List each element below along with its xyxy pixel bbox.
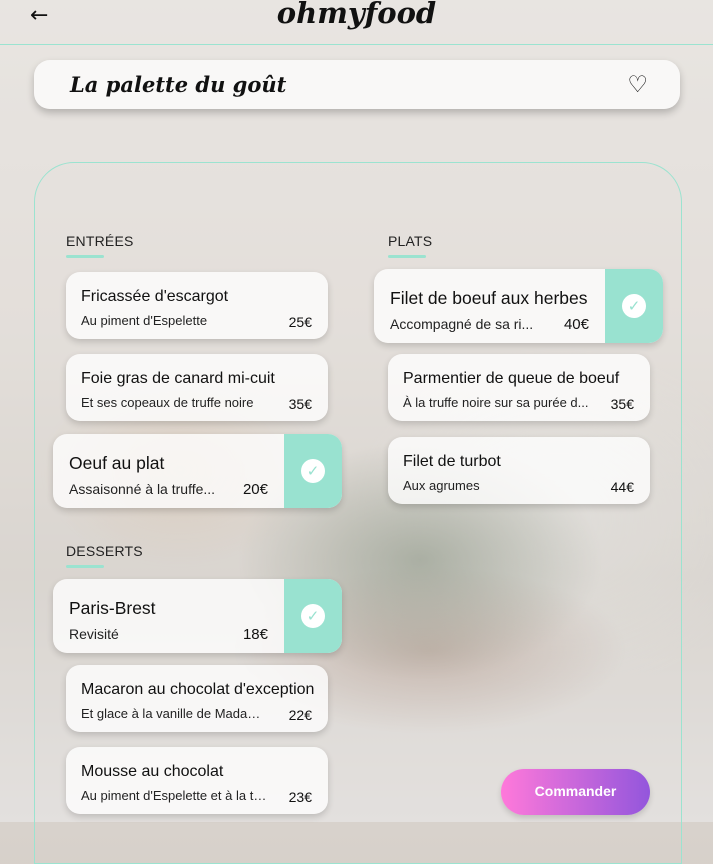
checkmark-icon: ✓ [622,294,646,318]
selected-indicator: ✓ [284,434,342,508]
dish-name: Oeuf au plat [69,453,165,473]
dish-name: Foie gras de canard mi-cuit [81,370,275,387]
dish-name: Macaron au chocolat d'exception [81,681,315,698]
heart-outline-icon[interactable]: ♡ [627,72,648,98]
dish-price: 40€ [563,316,589,333]
dish-description: Et ses copeaux de truffe noire [81,395,254,410]
checkmark-icon: ✓ [301,459,325,483]
dish-price: 23€ [288,789,312,805]
order-button[interactable]: Commander [501,769,650,815]
dish-description: Aux agrumes [403,478,480,493]
dish-price: 22€ [288,707,312,723]
restaurant-title: La palette du goût [70,72,287,97]
dish-price: 35€ [288,396,312,412]
app-logo[interactable]: ohmyfood [0,0,713,30]
dish-description: Au piment d'Espelette et à la tr... [81,788,267,803]
section-title-starters: ENTRÉES [66,233,134,258]
dish-name: Filet de turbot [403,453,501,470]
dish-price: 18€ [242,626,268,643]
menu-item[interactable]: Fricassée d'escargot Au piment d'Espelet… [66,272,328,339]
menu-item-selected[interactable]: Oeuf au plat Assaisonné à la truffe... 2… [53,434,342,508]
menu-item[interactable]: Macaron au chocolat d'exception Et glace… [66,665,328,732]
menu-item[interactable]: Mousse au chocolat Au piment d'Espelette… [66,747,328,814]
dish-name: Parmentier de queue de boeuf [403,370,620,387]
dish-name: Paris-Brest [69,598,156,618]
dish-description: Accompagné de sa ri... [390,316,534,332]
section-title-mains: PLATS [388,233,433,258]
section-title-desserts: DESSERTS [66,543,143,568]
menu-item-selected[interactable]: Paris-Brest Revisité 18€ ✓ [53,579,342,653]
selected-indicator: ✓ [284,579,342,653]
restaurant-title-bar: La palette du goût ♡ [34,60,680,109]
dish-name: Mousse au chocolat [81,763,224,780]
dish-price: 25€ [288,314,312,330]
dish-price: 20€ [242,481,268,498]
selected-indicator: ✓ [605,269,663,343]
dish-name: Fricassée d'escargot [81,288,229,305]
checkmark-icon: ✓ [301,604,325,628]
dish-description: Assaisonné à la truffe... [69,481,216,497]
dish-price: 44€ [610,479,634,495]
dish-description: À la truffe noire sur sa purée d... [403,395,589,410]
dish-description: Revisité [69,626,119,642]
app-header: ← ohmyfood [0,0,713,45]
menu-item[interactable]: Foie gras de canard mi-cuit Et ses copea… [66,354,328,421]
dish-price: 35€ [610,396,634,412]
dish-name: Filet de boeuf aux herbes [390,288,588,308]
dish-description: Et glace à la vanille de Madaga... [81,706,267,721]
menu-item[interactable]: Filet de turbot Aux agrumes 44€ [388,437,650,504]
dish-description: Au piment d'Espelette [81,313,208,328]
menu-item-selected[interactable]: Filet de boeuf aux herbes Accompagné de … [374,269,663,343]
menu-item[interactable]: Parmentier de queue de boeuf À la truffe… [388,354,650,421]
